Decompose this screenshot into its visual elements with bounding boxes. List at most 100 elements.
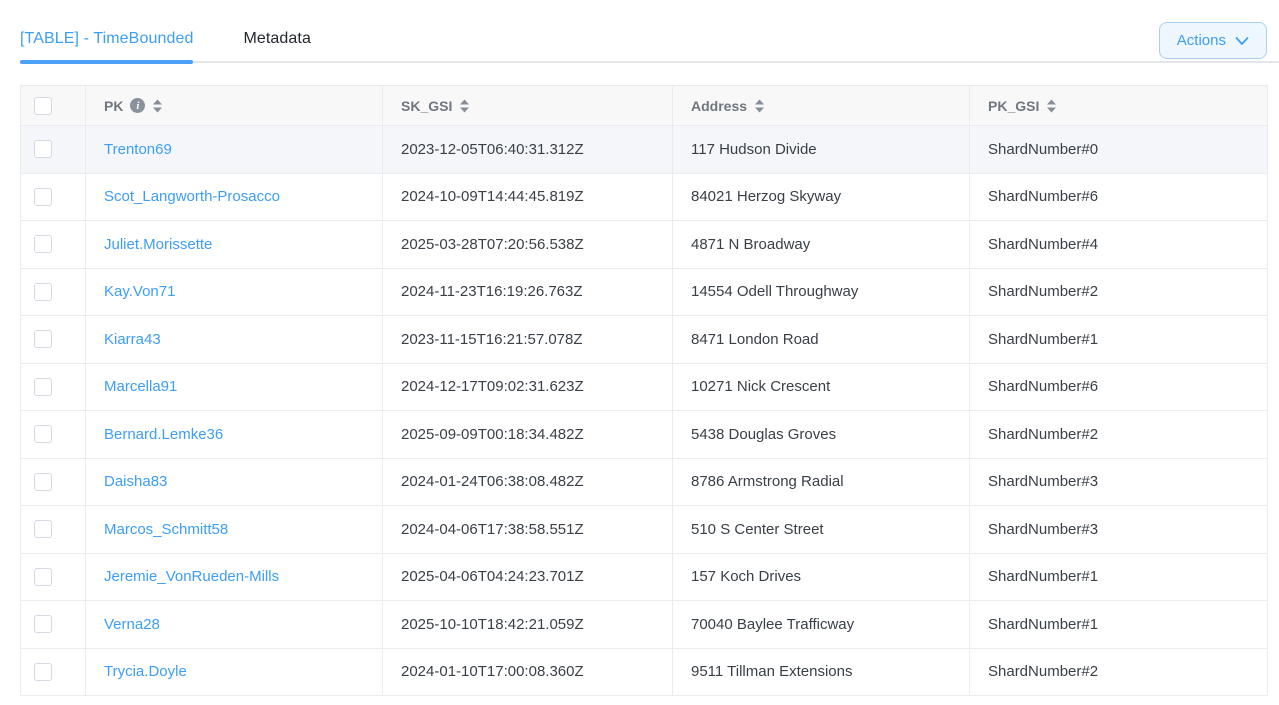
pk-link[interactable]: Verna28 bbox=[104, 616, 160, 633]
row-checkbox[interactable] bbox=[34, 568, 52, 586]
actions-button-label: Actions bbox=[1177, 32, 1226, 49]
pk-link[interactable]: Marcos_Schmitt58 bbox=[104, 521, 228, 538]
pk-gsi-cell: ShardNumber#1 bbox=[970, 316, 1268, 364]
table-row: Kay.Von71 2024-11-23T16:19:26.763Z 14554… bbox=[21, 268, 1268, 316]
row-select-cell bbox=[21, 648, 86, 696]
pk-gsi-cell: ShardNumber#0 bbox=[970, 126, 1268, 174]
sk-gsi-cell: 2024-11-23T16:19:26.763Z bbox=[383, 268, 673, 316]
row-checkbox[interactable] bbox=[34, 425, 52, 443]
address-cell: 10271 Nick Crescent bbox=[673, 363, 970, 411]
sk-gsi-cell: 2025-10-10T18:42:21.059Z bbox=[383, 601, 673, 649]
table-row: Jeremie_VonRueden-Mills 2025-04-06T04:24… bbox=[21, 553, 1268, 601]
row-checkbox[interactable] bbox=[34, 140, 52, 158]
pk-cell: Daisha83 bbox=[86, 458, 383, 506]
pk-cell: Kiarra43 bbox=[86, 316, 383, 364]
select-all-checkbox[interactable] bbox=[34, 97, 52, 115]
pk-link[interactable]: Trycia.Doyle bbox=[104, 663, 187, 680]
pk-link[interactable]: Trenton69 bbox=[104, 141, 172, 158]
pk-gsi-cell: ShardNumber#2 bbox=[970, 411, 1268, 459]
column-header-pk-gsi[interactable]: PK_GSI bbox=[970, 86, 1268, 126]
address-cell: 157 Koch Drives bbox=[673, 553, 970, 601]
row-select-cell bbox=[21, 411, 86, 459]
address-cell: 4871 N Broadway bbox=[673, 221, 970, 269]
row-select-cell bbox=[21, 268, 86, 316]
address-cell: 117 Hudson Divide bbox=[673, 126, 970, 174]
pk-link[interactable]: Juliet.Morissette bbox=[104, 236, 212, 253]
address-cell: 510 S Center Street bbox=[673, 506, 970, 554]
table-row: Marcos_Schmitt58 2024-04-06T17:38:58.551… bbox=[21, 506, 1268, 554]
row-checkbox[interactable] bbox=[34, 330, 52, 348]
pk-link[interactable]: Kay.Von71 bbox=[104, 283, 175, 300]
sort-icon[interactable] bbox=[754, 99, 765, 113]
pk-gsi-cell: ShardNumber#4 bbox=[970, 221, 1268, 269]
pk-link[interactable]: Jeremie_VonRueden-Mills bbox=[104, 568, 279, 585]
pk-cell: Marcos_Schmitt58 bbox=[86, 506, 383, 554]
tab-metadata[interactable]: Metadata bbox=[243, 30, 311, 61]
row-checkbox[interactable] bbox=[34, 473, 52, 491]
column-header-sk-gsi[interactable]: SK_GSI bbox=[383, 86, 673, 126]
sk-gsi-cell: 2024-04-06T17:38:58.551Z bbox=[383, 506, 673, 554]
sort-icon[interactable] bbox=[459, 99, 470, 113]
row-select-cell bbox=[21, 458, 86, 506]
row-checkbox[interactable] bbox=[34, 378, 52, 396]
sk-gsi-cell: 2024-12-17T09:02:31.623Z bbox=[383, 363, 673, 411]
row-select-cell bbox=[21, 173, 86, 221]
row-select-cell bbox=[21, 506, 86, 554]
pk-cell: Scot_Langworth-Prosacco bbox=[86, 173, 383, 221]
select-all-cell bbox=[21, 86, 86, 126]
table-row: Verna28 2025-10-10T18:42:21.059Z 70040 B… bbox=[21, 601, 1268, 649]
sk-gsi-cell: 2024-10-09T14:44:45.819Z bbox=[383, 173, 673, 221]
table-row: Daisha83 2024-01-24T06:38:08.482Z 8786 A… bbox=[21, 458, 1268, 506]
pk-gsi-cell: ShardNumber#2 bbox=[970, 268, 1268, 316]
address-cell: 9511 Tillman Extensions bbox=[673, 648, 970, 696]
pk-link[interactable]: Bernard.Lemke36 bbox=[104, 426, 223, 443]
column-header-pk[interactable]: PK i bbox=[86, 86, 383, 126]
pk-link[interactable]: Scot_Langworth-Prosacco bbox=[104, 188, 280, 205]
sk-gsi-cell: 2025-09-09T00:18:34.482Z bbox=[383, 411, 673, 459]
row-checkbox[interactable] bbox=[34, 283, 52, 301]
pk-gsi-cell: ShardNumber#3 bbox=[970, 506, 1268, 554]
table-row: Scot_Langworth-Prosacco 2024-10-09T14:44… bbox=[21, 173, 1268, 221]
pk-link[interactable]: Marcella91 bbox=[104, 378, 177, 395]
info-icon[interactable]: i bbox=[130, 98, 145, 113]
pk-link[interactable]: Kiarra43 bbox=[104, 331, 161, 348]
pk-cell: Jeremie_VonRueden-Mills bbox=[86, 553, 383, 601]
chevron-down-icon bbox=[1235, 36, 1249, 46]
table-header-row: PK i SK_GSI bbox=[21, 86, 1268, 126]
column-header-label: PK bbox=[104, 98, 123, 114]
pk-cell: Verna28 bbox=[86, 601, 383, 649]
column-header-label: SK_GSI bbox=[401, 98, 452, 114]
pk-link[interactable]: Daisha83 bbox=[104, 473, 167, 490]
actions-button[interactable]: Actions bbox=[1159, 22, 1267, 59]
pk-gsi-cell: ShardNumber#1 bbox=[970, 553, 1268, 601]
row-checkbox[interactable] bbox=[34, 188, 52, 206]
row-checkbox[interactable] bbox=[34, 235, 52, 253]
sk-gsi-cell: 2023-11-15T16:21:57.078Z bbox=[383, 316, 673, 364]
sk-gsi-cell: 2023-12-05T06:40:31.312Z bbox=[383, 126, 673, 174]
row-select-cell bbox=[21, 126, 86, 174]
pk-gsi-cell: ShardNumber#1 bbox=[970, 601, 1268, 649]
row-select-cell bbox=[21, 553, 86, 601]
table-row: Marcella91 2024-12-17T09:02:31.623Z 1027… bbox=[21, 363, 1268, 411]
address-cell: 14554 Odell Throughway bbox=[673, 268, 970, 316]
pk-cell: Kay.Von71 bbox=[86, 268, 383, 316]
row-select-cell bbox=[21, 363, 86, 411]
address-cell: 70040 Baylee Trafficway bbox=[673, 601, 970, 649]
row-checkbox[interactable] bbox=[34, 520, 52, 538]
address-cell: 8471 London Road bbox=[673, 316, 970, 364]
pk-cell: Trycia.Doyle bbox=[86, 648, 383, 696]
row-checkbox[interactable] bbox=[34, 615, 52, 633]
address-cell: 8786 Armstrong Radial bbox=[673, 458, 970, 506]
pk-cell: Bernard.Lemke36 bbox=[86, 411, 383, 459]
table-row: Trenton69 2023-12-05T06:40:31.312Z 117 H… bbox=[21, 126, 1268, 174]
sk-gsi-cell: 2024-01-10T17:00:08.360Z bbox=[383, 648, 673, 696]
sort-icon[interactable] bbox=[152, 99, 163, 113]
tab-table-timebounded[interactable]: [TABLE] - TimeBounded bbox=[20, 30, 193, 61]
column-header-label: PK_GSI bbox=[988, 98, 1039, 114]
table-row: Trycia.Doyle 2024-01-10T17:00:08.360Z 95… bbox=[21, 648, 1268, 696]
row-checkbox[interactable] bbox=[34, 663, 52, 681]
column-header-label: Address bbox=[691, 98, 747, 114]
column-header-address[interactable]: Address bbox=[673, 86, 970, 126]
pk-gsi-cell: ShardNumber#3 bbox=[970, 458, 1268, 506]
sort-icon[interactable] bbox=[1046, 99, 1057, 113]
